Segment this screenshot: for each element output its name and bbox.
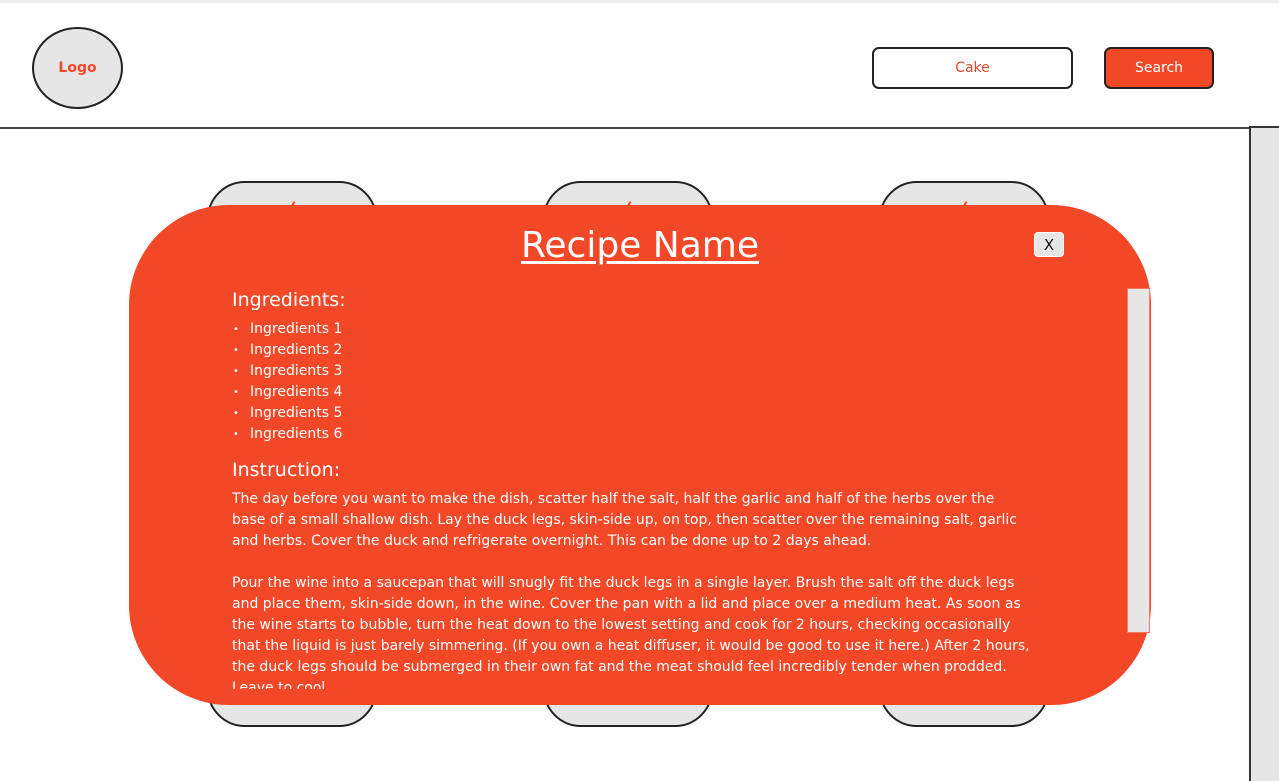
recipe-modal: Recipe Name X Ingredients: Ingredients 1… xyxy=(129,205,1151,705)
ingredient-item: Ingredients 6 xyxy=(232,424,1032,445)
recipe-title: Recipe Name xyxy=(521,225,759,266)
header-divider xyxy=(0,127,1250,129)
search-input[interactable] xyxy=(872,47,1073,89)
logo[interactable]: Logo xyxy=(32,27,123,109)
instruction-paragraph: Pour the wine into a saucepan that will … xyxy=(232,575,1030,689)
ingredient-item: Ingredients 2 xyxy=(232,340,1032,361)
instruction-heading: Instruction: xyxy=(232,459,341,481)
page-scrollbar[interactable] xyxy=(1249,126,1279,781)
ingredient-item: Ingredients 4 xyxy=(232,382,1032,403)
ingredient-item: Ingredients 3 xyxy=(232,361,1032,382)
ingredient-item: Ingredients 5 xyxy=(232,403,1032,424)
recipe-content: Ingredients: Ingredients 1 Ingredients 2… xyxy=(232,289,1032,689)
instruction-paragraph: The day before you want to make the dish… xyxy=(232,491,1018,549)
close-button[interactable]: X xyxy=(1034,232,1064,257)
search-button[interactable]: Search xyxy=(1104,47,1214,89)
ingredient-item: Ingredients 1 xyxy=(232,319,1032,340)
ingredients-list: Ingredients 1 Ingredients 2 Ingredients … xyxy=(232,319,1032,445)
top-strip xyxy=(0,0,1279,3)
modal-scrollbar[interactable] xyxy=(1127,288,1150,633)
ingredients-heading: Ingredients: xyxy=(232,289,346,311)
logo-text: Logo xyxy=(58,60,97,76)
